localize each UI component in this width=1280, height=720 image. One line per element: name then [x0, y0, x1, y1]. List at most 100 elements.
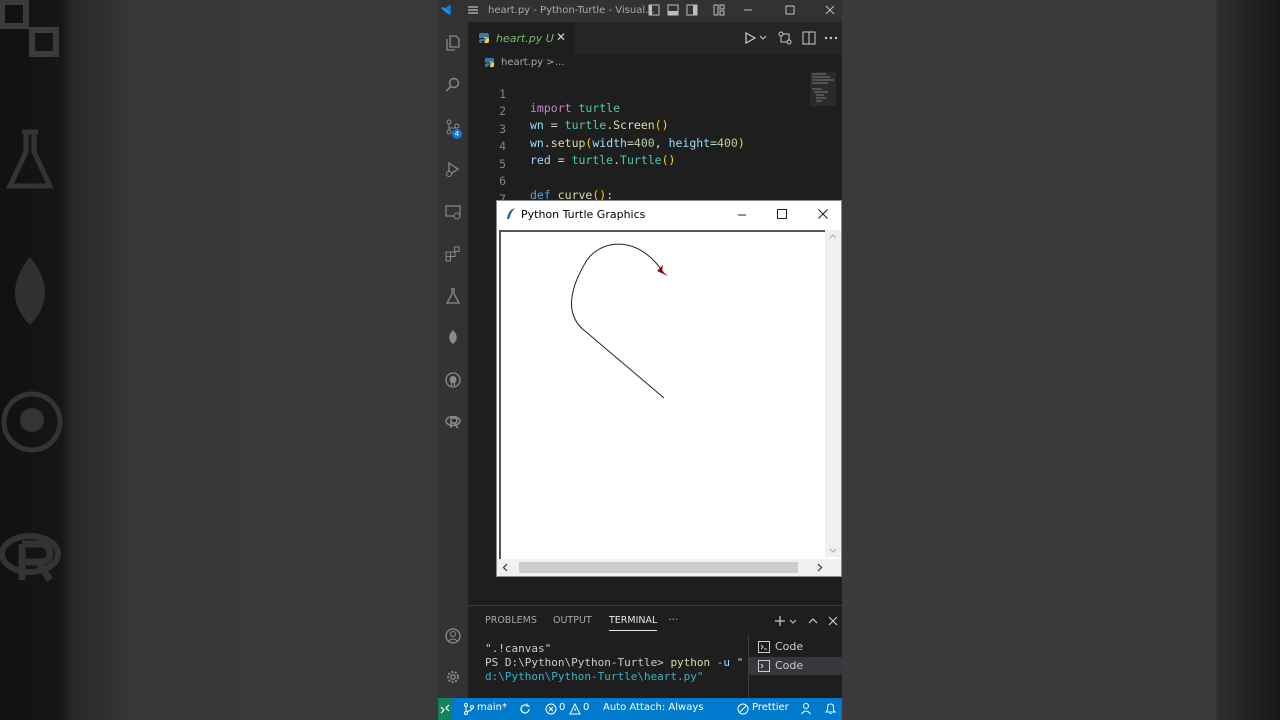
- turtle-window-titlebar[interactable]: Python Turtle Graphics: [497, 201, 841, 229]
- tab-terminal[interactable]: TERMINAL: [609, 615, 658, 631]
- turtle-close-icon[interactable]: [818, 209, 828, 219]
- close-window-icon[interactable]: [824, 4, 836, 16]
- turtle-minimize-icon[interactable]: [737, 210, 747, 220]
- code-text: wn = turtle.Screen(): [530, 118, 669, 132]
- terminal-line: ".!canvas": [485, 642, 552, 655]
- warning-count[interactable]: 0: [583, 702, 589, 713]
- tab-close-icon[interactable]: ✕: [556, 30, 566, 44]
- activity-bar: 4: [438, 22, 468, 698]
- tab-output[interactable]: OUTPUT: [553, 615, 592, 626]
- breadcrumb-python-icon: [484, 57, 495, 68]
- toggle-sidebar-icon[interactable]: [648, 4, 660, 16]
- scroll-right-arrow-icon[interactable]: [817, 563, 823, 572]
- run-debug-icon[interactable]: [445, 161, 461, 177]
- vertical-scrollbar[interactable]: [825, 230, 841, 557]
- turtle-canvas[interactable]: [499, 230, 825, 559]
- sync-icon[interactable]: [519, 703, 531, 715]
- terminal-icon: [758, 660, 770, 672]
- toggle-secondary-sidebar-icon[interactable]: [686, 4, 698, 16]
- heart-curve-path: [571, 243, 665, 399]
- panel-more-icon[interactable]: ···: [668, 613, 679, 626]
- run-python-file-icon[interactable]: [744, 32, 756, 44]
- notifications-bell-icon[interactable]: [824, 702, 837, 715]
- open-changes-icon[interactable]: [778, 31, 792, 45]
- title-bar: heart.py - Python-Turtle - Visual...: [438, 0, 842, 22]
- background-left-blur: [0, 0, 438, 720]
- settings-gear-icon[interactable]: [445, 669, 461, 685]
- github-icon[interactable]: [445, 372, 461, 388]
- close-panel-icon[interactable]: [828, 616, 838, 626]
- terminal-list-item[interactable]: Code: [749, 638, 842, 656]
- git-branch[interactable]: main*: [477, 702, 507, 713]
- terminal-list-item-active[interactable]: Code: [749, 657, 842, 675]
- remote-indicator[interactable]: [438, 698, 452, 720]
- terminal-output[interactable]: ".!canvas" PS D:\Python\Python-Turtle> p…: [485, 642, 745, 684]
- accounts-icon[interactable]: [445, 628, 461, 644]
- scroll-up-arrow-icon[interactable]: [829, 233, 837, 239]
- terminal-prompt: PS D:\Python\Python-Turtle>: [485, 656, 671, 669]
- turtle-drawing: [571, 243, 668, 399]
- terminal-list: Code Code: [748, 636, 842, 700]
- terminal-line: d:\Python\Python-Turtle\heart.py": [485, 670, 704, 683]
- menu-icon[interactable]: [467, 4, 479, 16]
- search-icon[interactable]: [445, 77, 461, 93]
- remote-explorer-icon[interactable]: [445, 204, 461, 220]
- code-text: import turtle: [530, 101, 621, 115]
- terminal-command: python: [670, 656, 711, 669]
- warning-icon[interactable]: [569, 703, 581, 715]
- background-right-blur: [842, 0, 1280, 720]
- tk-feather-icon: [507, 208, 515, 219]
- ghost-r-icon: [0, 533, 61, 582]
- maximize-panel-chevron-up-icon[interactable]: [808, 617, 818, 625]
- r-language-icon[interactable]: [445, 414, 461, 430]
- minimize-icon[interactable]: [742, 4, 754, 16]
- scroll-left-arrow-icon[interactable]: [502, 563, 508, 572]
- auto-attach-status[interactable]: Auto Attach: Always: [603, 702, 703, 713]
- bottom-panel: PROBLEMS OUTPUT TERMINAL ··· ".!canvas" …: [468, 605, 842, 700]
- tab-label: heart.py U: [496, 32, 554, 45]
- scroll-down-arrow-icon[interactable]: [829, 548, 837, 554]
- ghost-github-icon: [1, 391, 63, 453]
- code-line: 4 red = turtle.Turtle(): [468, 125, 675, 167]
- ghost-explorer-icon: [0, 0, 59, 57]
- tab-problems[interactable]: PROBLEMS: [485, 615, 537, 626]
- tab-heart-py[interactable]: heart.py U ✕: [468, 22, 575, 54]
- prettier-check-icon: [737, 703, 749, 715]
- terminal-dropdown-chevron-icon[interactable]: [789, 619, 797, 625]
- error-icon[interactable]: [545, 703, 557, 715]
- turtle-maximize-icon[interactable]: [777, 209, 787, 219]
- source-control-badge: 4: [452, 129, 462, 139]
- ghost-flask-icon: [6, 129, 54, 189]
- breadcrumb-separator: >: [546, 57, 555, 68]
- horizontal-scrollbar[interactable]: [497, 559, 841, 576]
- more-actions-icon[interactable]: [824, 36, 838, 40]
- prettier-status[interactable]: Prettier: [752, 702, 789, 713]
- breadcrumb: heart.py > ...: [468, 54, 842, 72]
- code-text: wn.setup(width=400, height=400): [530, 136, 745, 150]
- ghost-leaf-icon: [15, 257, 45, 325]
- horizontal-scroll-thumb[interactable]: [519, 562, 798, 573]
- new-terminal-plus-icon[interactable]: [774, 615, 786, 627]
- maximize-icon[interactable]: [784, 4, 796, 16]
- run-dropdown-chevron-icon[interactable]: [759, 35, 767, 41]
- editor-tab-bar: heart.py U ✕: [468, 22, 842, 54]
- minimap[interactable]: [810, 72, 836, 106]
- code-line: 7 for i in range(200):: [468, 178, 696, 220]
- terminal-line: PS D:\Python\Python-Turtle> python -u ": [485, 656, 745, 670]
- git-branch-icon: [464, 703, 474, 715]
- extensions-icon[interactable]: [445, 246, 461, 262]
- testing-flask-icon[interactable]: [445, 288, 461, 304]
- error-count[interactable]: 0: [559, 702, 565, 713]
- split-editor-icon[interactable]: [802, 31, 816, 45]
- breadcrumb-file[interactable]: heart.py: [501, 57, 543, 68]
- vscode-logo-icon: [441, 5, 451, 15]
- code-line: 3 wn.setup(width=400, height=400): [468, 108, 745, 150]
- toggle-panel-icon[interactable]: [667, 4, 679, 16]
- code-text: red = turtle.Turtle(): [530, 153, 676, 167]
- customize-layout-icon[interactable]: [713, 4, 725, 16]
- breadcrumb-more[interactable]: ...: [555, 57, 565, 68]
- mongodb-leaf-icon[interactable]: [445, 329, 461, 345]
- explorer-icon[interactable]: [445, 35, 461, 51]
- live-share-person-icon[interactable]: [800, 702, 813, 715]
- code-editor[interactable]: 1 import turtle 2 wn = turtle.Screen() 3…: [468, 72, 842, 220]
